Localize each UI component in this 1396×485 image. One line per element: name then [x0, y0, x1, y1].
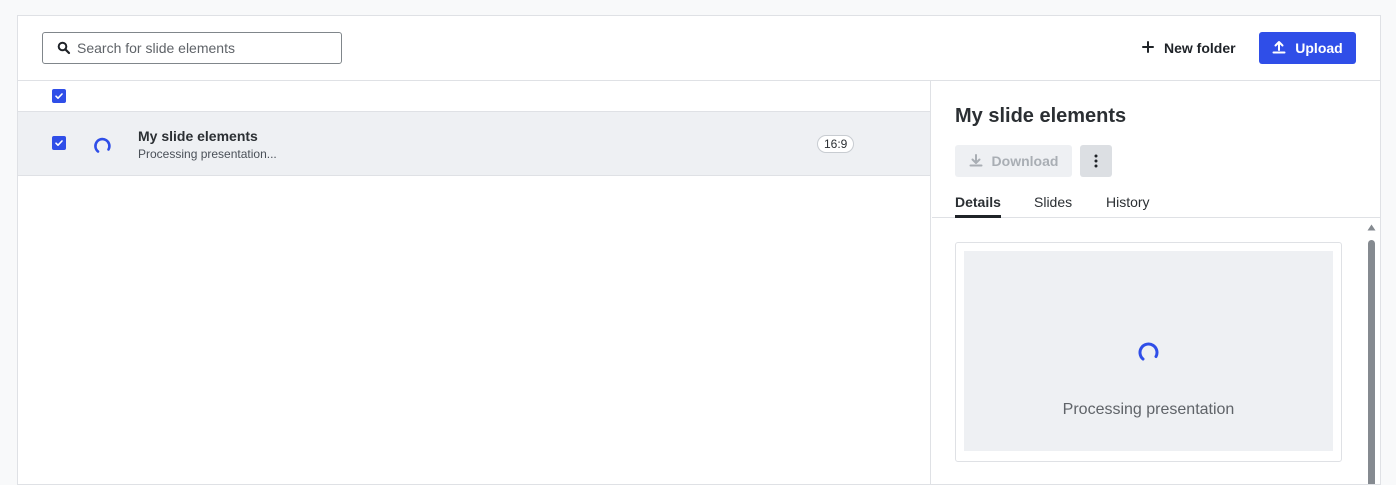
select-all-checkbox[interactable] — [52, 89, 66, 103]
new-folder-button[interactable]: New folder — [1142, 32, 1236, 64]
tab-slides[interactable]: Slides — [1034, 194, 1072, 218]
item-status: Processing presentation... — [138, 147, 277, 161]
preview-status-text: Processing presentation — [1062, 401, 1235, 418]
detail-tabs: Details Slides History — [932, 194, 1380, 218]
tab-history[interactable]: History — [1106, 194, 1150, 218]
download-icon — [969, 153, 983, 170]
detail-panel: My slide elements Download Details Slide… — [932, 81, 1380, 484]
upload-icon — [1272, 40, 1286, 57]
download-label: Download — [991, 153, 1059, 169]
check-icon — [55, 140, 63, 146]
spinner-icon — [92, 135, 112, 155]
item-title: My slide elements — [138, 128, 258, 144]
more-options-button[interactable] — [1080, 145, 1112, 177]
toolbar: New folder Upload — [18, 16, 1380, 81]
search-input[interactable] — [77, 40, 327, 56]
list-header — [18, 81, 930, 112]
upload-label: Upload — [1295, 40, 1343, 56]
plus-icon — [1142, 40, 1154, 56]
scroll-thumb[interactable] — [1368, 240, 1375, 484]
spinner-icon — [1136, 339, 1160, 363]
download-button[interactable]: Download — [955, 145, 1072, 177]
file-list: My slide elements Processing presentatio… — [18, 81, 931, 484]
detail-title: My slide elements — [955, 105, 1127, 127]
preview-area: Processing presentation — [964, 251, 1333, 451]
more-vertical-icon — [1094, 154, 1098, 168]
app-frame: New folder Upload My slide elements Proc… — [17, 15, 1381, 485]
list-item[interactable]: My slide elements Processing presentatio… — [18, 112, 930, 176]
new-folder-label: New folder — [1164, 40, 1236, 56]
tab-details[interactable]: Details — [955, 194, 1001, 218]
detail-scrollbar[interactable] — [1366, 224, 1376, 484]
search-box[interactable] — [42, 32, 342, 64]
search-icon — [57, 41, 71, 55]
check-icon — [55, 93, 63, 99]
scroll-up-arrow-icon[interactable] — [1367, 224, 1376, 231]
preview-card: Processing presentation — [955, 242, 1342, 462]
upload-button[interactable]: Upload — [1259, 32, 1356, 64]
row-checkbox[interactable] — [52, 136, 66, 150]
aspect-ratio-badge: 16:9 — [817, 135, 855, 153]
